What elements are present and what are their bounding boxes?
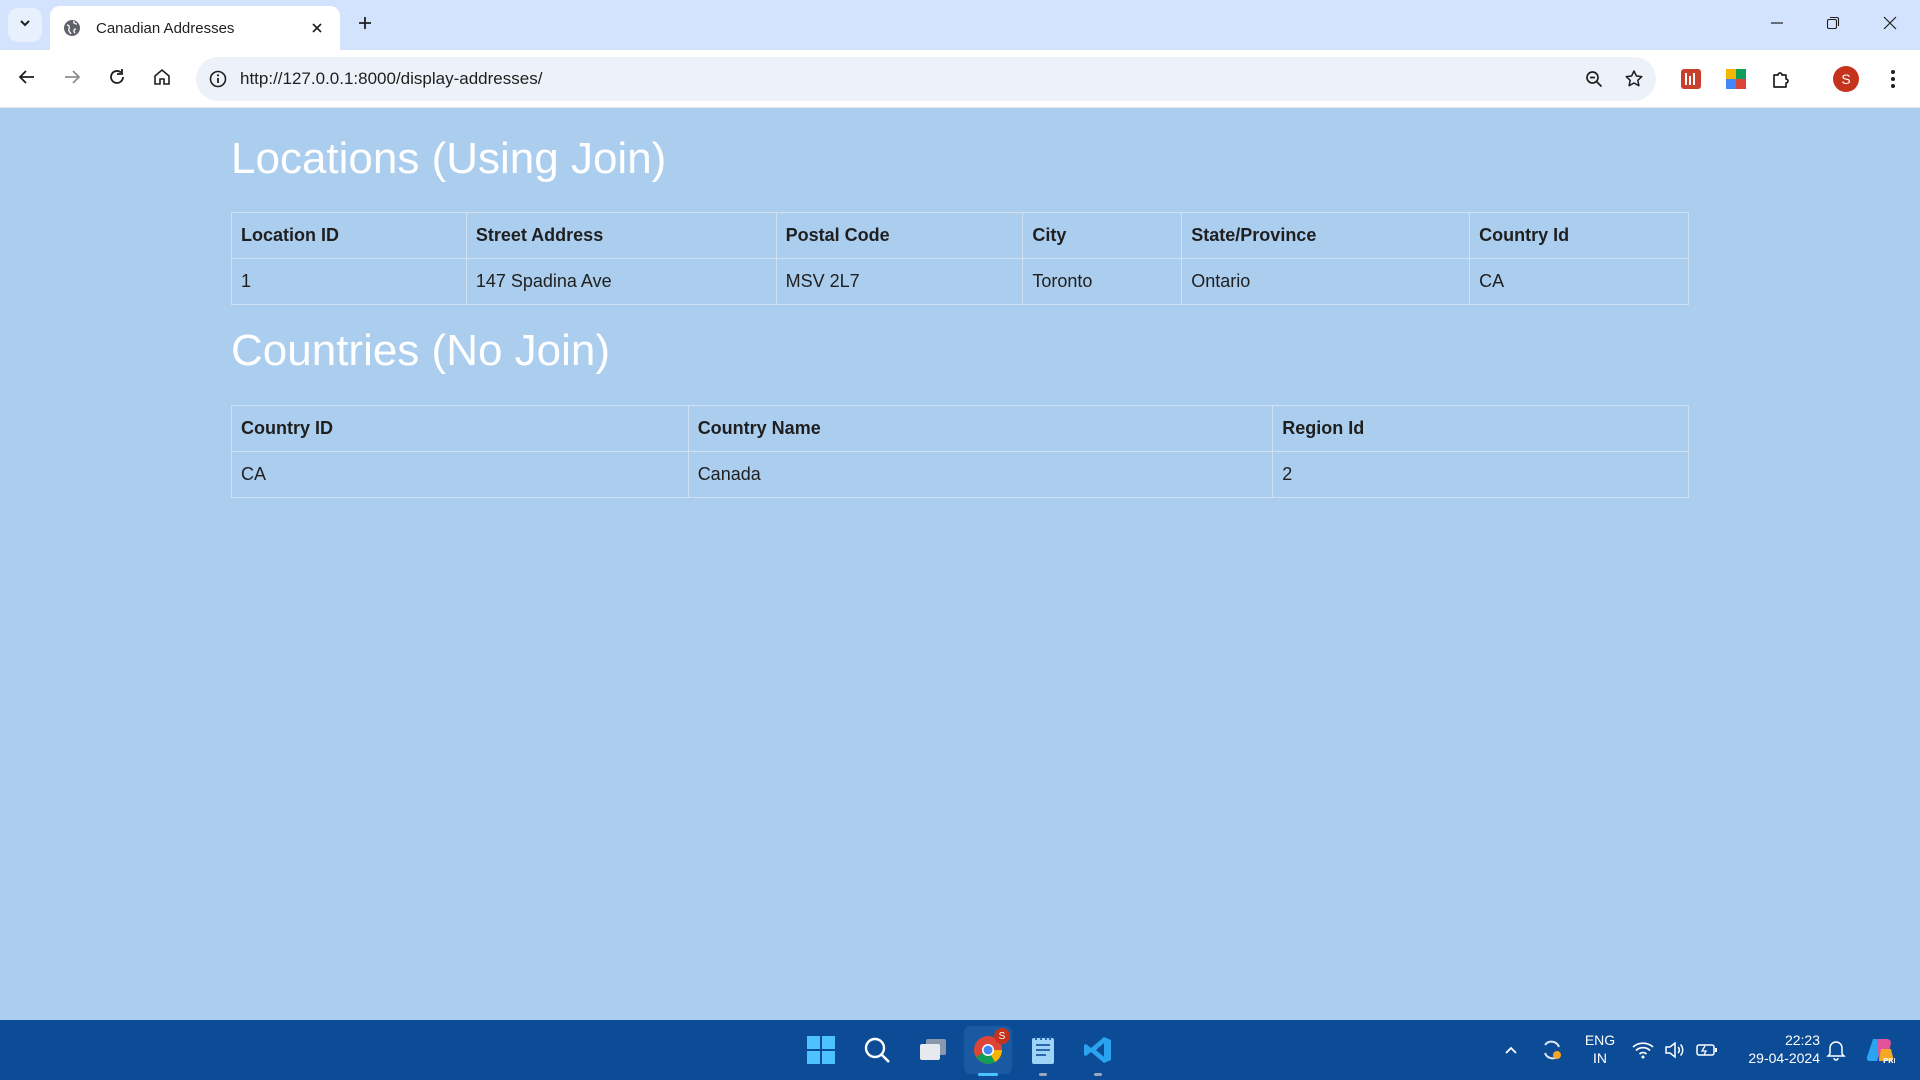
home-icon xyxy=(153,68,171,91)
restore-icon xyxy=(1826,16,1840,35)
clock[interactable]: 22:23 29-04-2024 xyxy=(1728,1031,1820,1067)
open-indicator xyxy=(1039,1073,1047,1076)
column-header: Country Id xyxy=(1469,212,1689,259)
column-header: State/Province xyxy=(1181,212,1471,259)
language-indicator[interactable]: ENG IN xyxy=(1578,1031,1622,1067)
battery-icon xyxy=(1696,1044,1717,1056)
task-view-button[interactable] xyxy=(909,1026,957,1074)
table-cell: Canada xyxy=(687,451,1274,498)
close-icon xyxy=(1883,16,1897,35)
notifications-button[interactable] xyxy=(1819,1026,1853,1074)
restore-button[interactable] xyxy=(1813,8,1853,42)
copilot-icon: PRE xyxy=(1866,1039,1895,1065)
table-cell: CA xyxy=(1469,258,1689,305)
new-tab-button[interactable] xyxy=(352,12,378,38)
countries-table: Country ID Country Name Region Id CA Can… xyxy=(231,405,1689,498)
globe-icon xyxy=(62,18,82,38)
locations-heading: Locations (Using Join) xyxy=(231,134,667,183)
wifi-tray-button[interactable] xyxy=(1626,1026,1660,1074)
plus-icon xyxy=(357,15,373,36)
back-button[interactable] xyxy=(9,61,45,97)
chevron-up-icon xyxy=(1505,1046,1517,1054)
clock-date: 29-04-2024 xyxy=(1748,1050,1820,1066)
notepad-icon xyxy=(1032,1036,1054,1064)
minimize-button[interactable] xyxy=(1757,8,1797,42)
table-header-row: Location ID Street Address Postal Code C… xyxy=(231,212,1689,259)
arrow-right-icon xyxy=(63,68,81,91)
profile-initial: S xyxy=(1833,66,1859,92)
browser-tab[interactable]: Canadian Addresses xyxy=(50,6,340,50)
table-row: CA Canada 2 xyxy=(231,451,1689,498)
taskbar-notepad[interactable] xyxy=(1019,1026,1067,1076)
region-code: IN xyxy=(1593,1050,1607,1066)
task-view-icon xyxy=(920,1039,946,1060)
windows-taskbar: S ENG IN 22:23 29-04-2024 PRE xyxy=(0,1020,1920,1080)
taskbar-search-button[interactable] xyxy=(853,1026,901,1074)
column-header: Location ID xyxy=(231,212,467,259)
start-button[interactable] xyxy=(797,1026,845,1074)
language-code: ENG xyxy=(1584,1032,1616,1048)
battery-tray-button[interactable] xyxy=(1690,1026,1724,1074)
table-cell: Ontario xyxy=(1181,258,1471,305)
tab-strip: Canadian Addresses xyxy=(0,0,1920,50)
search-icon xyxy=(864,1037,890,1063)
tab-title: Canadian Addresses xyxy=(96,19,235,37)
table-row: 1 147 Spadina Ave MSV 2L7 Toronto Ontari… xyxy=(231,258,1689,305)
table-cell: Toronto xyxy=(1022,258,1183,305)
address-bar[interactable]: http://127.0.0.1:8000/display-addresses/ xyxy=(196,57,1656,101)
table-cell: 147 Spadina Ave xyxy=(465,258,777,305)
windows-logo-icon xyxy=(807,1036,835,1064)
menu-kebab-icon[interactable] xyxy=(1877,63,1909,95)
column-header: Postal Code xyxy=(775,212,1024,259)
reload-icon xyxy=(108,68,126,91)
table-cell: MSV 2L7 xyxy=(775,258,1024,305)
bell-icon xyxy=(1826,1041,1846,1061)
table-cell: CA xyxy=(231,451,689,498)
column-header: Country ID xyxy=(231,405,689,452)
taskbar-chrome[interactable]: S xyxy=(964,1026,1012,1076)
countries-heading: Countries (No Join) xyxy=(231,326,611,375)
extension-colorful-icon[interactable] xyxy=(1720,63,1752,95)
bookmark-star-icon[interactable] xyxy=(1616,61,1652,97)
sync-icon xyxy=(1544,1040,1561,1060)
table-cell: 1 xyxy=(231,258,467,305)
table-cell: 2 xyxy=(1272,451,1689,498)
url-text[interactable]: http://127.0.0.1:8000/display-addresses/ xyxy=(240,69,1576,89)
extensions-puzzle-icon[interactable] xyxy=(1765,63,1797,95)
column-header: Country Name xyxy=(687,405,1274,452)
home-button[interactable] xyxy=(144,61,180,97)
minimize-icon xyxy=(1770,16,1784,35)
close-window-button[interactable] xyxy=(1870,8,1910,42)
chrome-profile-badge: S xyxy=(994,1028,1010,1044)
profile-avatar[interactable]: S xyxy=(1830,63,1862,95)
zoom-icon[interactable] xyxy=(1576,61,1612,97)
forward-button[interactable] xyxy=(54,61,90,97)
column-header: Region Id xyxy=(1272,405,1689,452)
open-indicator xyxy=(1094,1073,1102,1076)
vscode-icon xyxy=(1084,1037,1111,1063)
locations-table: Location ID Street Address Postal Code C… xyxy=(231,212,1689,305)
chevron-down-icon xyxy=(18,16,32,35)
site-info-icon[interactable] xyxy=(200,61,236,97)
column-header: Street Address xyxy=(465,212,777,259)
volume-tray-button[interactable] xyxy=(1657,1026,1691,1074)
arrow-left-icon xyxy=(18,68,36,91)
active-indicator xyxy=(978,1073,998,1076)
browser-toolbar: http://127.0.0.1:8000/display-addresses/… xyxy=(0,50,1920,108)
clock-time: 22:23 xyxy=(1784,1032,1820,1048)
close-tab-icon[interactable] xyxy=(306,17,328,39)
wifi-icon xyxy=(1632,1042,1654,1059)
show-hidden-icons-button[interactable] xyxy=(1490,1026,1532,1074)
extension-red-icon[interactable] xyxy=(1675,63,1707,95)
table-header-row: Country ID Country Name Region Id xyxy=(231,405,1689,452)
svg-text:PRE: PRE xyxy=(1883,1057,1895,1065)
speaker-icon xyxy=(1665,1041,1684,1059)
reload-button[interactable] xyxy=(99,61,135,97)
copilot-button[interactable]: PRE xyxy=(1858,1026,1902,1074)
taskbar-vscode[interactable] xyxy=(1074,1026,1122,1076)
column-header: City xyxy=(1022,212,1183,259)
page-content: Locations (Using Join) Location ID Stree… xyxy=(0,108,1920,1020)
sync-tray-button[interactable] xyxy=(1531,1026,1573,1074)
tab-search-button[interactable] xyxy=(8,8,42,42)
